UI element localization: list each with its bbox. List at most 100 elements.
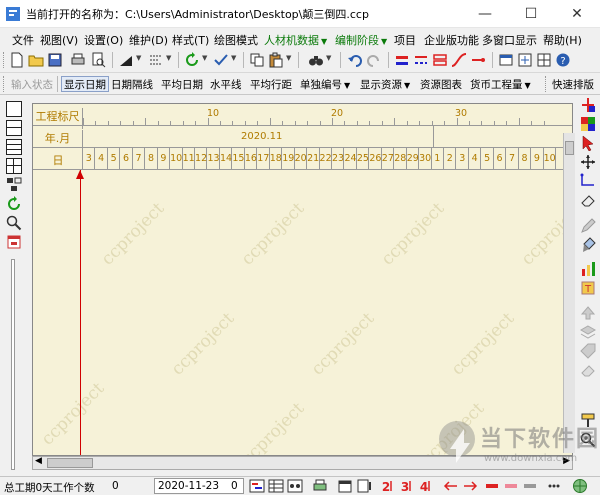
view-gantt-icon[interactable] <box>249 478 265 494</box>
eraser-icon[interactable] <box>580 192 596 208</box>
find-binoculars-icon[interactable] <box>308 52 324 68</box>
minimize-button[interactable]: — <box>462 0 508 28</box>
menu-draw-mode[interactable]: 绘图模式 <box>214 32 258 48</box>
bar-split-icon[interactable] <box>413 52 429 68</box>
line-type-icon[interactable] <box>148 52 164 68</box>
insert-row-icon[interactable] <box>580 97 596 113</box>
menu-project[interactable]: 项目 <box>394 32 416 48</box>
menu-compile-stage-label: 编制阶段 <box>335 34 379 47</box>
resource-line-icon[interactable] <box>470 52 486 68</box>
single-number-button[interactable]: 单独编号 ▼ <box>300 77 350 92</box>
menu-style[interactable]: 样式(T) <box>172 32 209 48</box>
resource-chart-button[interactable]: 资源图表 <box>420 77 462 92</box>
single-view-icon[interactable] <box>6 101 22 117</box>
bar-pink-icon[interactable] <box>503 478 519 494</box>
menu-resource-data[interactable]: 人材机数据 ▼ <box>264 32 327 48</box>
dropdown-arrow-icon[interactable]: ▼ <box>286 54 291 62</box>
new-file-icon[interactable] <box>9 52 25 68</box>
pointer-icon[interactable] <box>580 135 596 151</box>
grid-view-icon[interactable] <box>536 52 552 68</box>
arrow-left-icon[interactable] <box>443 478 459 494</box>
close-button[interactable]: ✕ <box>554 0 600 28</box>
date-interval-button[interactable]: 日期隔线 <box>111 77 153 92</box>
dropdown-arrow-icon[interactable]: ▼ <box>326 54 331 62</box>
bar-gray-icon[interactable] <box>522 478 538 494</box>
open-folder-icon[interactable] <box>28 52 44 68</box>
fit-window-icon[interactable] <box>517 52 533 68</box>
calendar-status-icon[interactable] <box>337 478 353 494</box>
today-line[interactable] <box>80 170 81 455</box>
link-icon[interactable] <box>580 173 596 189</box>
bar-chart-icon[interactable] <box>580 261 596 277</box>
globe-icon[interactable] <box>572 478 588 494</box>
input-status-button[interactable]: 输入状态 <box>11 77 53 92</box>
bar-red-icon[interactable] <box>484 478 500 494</box>
split-view-icon[interactable] <box>356 478 372 494</box>
window-icon[interactable] <box>498 52 514 68</box>
left-slider-track[interactable] <box>11 259 15 470</box>
copy-icon[interactable] <box>249 52 265 68</box>
gantt-canvas[interactable]: 工程标尺 10 20 30 年.月 2020.11 日 3 4 5 6 7 8 9 10 11 12 1… <box>32 103 573 456</box>
view-network-icon[interactable] <box>287 478 303 494</box>
dropdown-arrow-icon[interactable]: ▼ <box>136 54 141 62</box>
menu-maintain[interactable]: 维护(D) <box>129 32 168 48</box>
view-table-icon[interactable] <box>268 478 284 494</box>
bar-link-icon[interactable] <box>394 52 410 68</box>
avg-date-button[interactable]: 平均日期 <box>161 77 203 92</box>
menu-help[interactable]: 帮助(H) <box>543 32 582 48</box>
avg-row-spacing-button[interactable]: 平均行距 <box>250 77 292 92</box>
refresh-green-icon[interactable] <box>6 196 22 212</box>
menu-view[interactable]: 视图(V) <box>40 32 78 48</box>
arrow-right-icon[interactable] <box>462 478 478 494</box>
bar-merge-icon[interactable] <box>432 52 448 68</box>
step-4-icon[interactable]: 4 <box>419 478 435 494</box>
dots-icon[interactable] <box>546 478 562 494</box>
triple-split-icon[interactable] <box>6 139 22 155</box>
day-cell: 24 <box>344 148 357 170</box>
text-tool-icon[interactable]: T <box>580 280 596 296</box>
quick-layout-button[interactable]: 快速排版 <box>552 77 594 92</box>
curve-icon[interactable] <box>451 52 467 68</box>
scroll-left-icon[interactable]: ◀ <box>35 456 42 466</box>
horizontal-scroll-thumb[interactable] <box>47 458 93 468</box>
print-icon[interactable] <box>70 52 86 68</box>
toolbar-grip[interactable] <box>545 76 548 92</box>
undo-icon[interactable] <box>347 52 363 68</box>
step-2-icon[interactable]: 2 <box>381 478 397 494</box>
refresh-icon[interactable] <box>184 52 200 68</box>
horizontal-split-icon[interactable] <box>6 120 22 136</box>
menu-enterprise[interactable]: 企业版功能 <box>424 32 479 48</box>
paste-icon[interactable] <box>268 52 284 68</box>
print-preview-icon[interactable] <box>90 52 106 68</box>
line-style-icon[interactable] <box>118 52 134 68</box>
menu-multiwindow[interactable]: 多窗口显示 <box>482 32 537 48</box>
currency-quantity-button[interactable]: 货币工程量 ▼ <box>470 77 531 92</box>
layout-tree-icon[interactable] <box>6 177 22 193</box>
toolbar-grip[interactable] <box>3 52 6 68</box>
calendar-icon[interactable] <box>6 234 22 250</box>
help-icon[interactable]: ? <box>555 52 571 68</box>
vertical-scrollbar[interactable] <box>563 133 575 453</box>
toolbar-grip[interactable] <box>3 76 6 92</box>
maximize-button[interactable]: ☐ <box>508 0 554 28</box>
save-icon[interactable] <box>47 52 63 68</box>
menu-settings[interactable]: 设置(O) <box>84 32 123 48</box>
zoom-icon[interactable] <box>6 215 22 231</box>
dropdown-arrow-icon[interactable]: ▼ <box>202 54 207 62</box>
show-resource-button[interactable]: 显示资源 ▼ <box>360 77 410 92</box>
color-palette-icon[interactable] <box>580 116 596 132</box>
redo-icon[interactable] <box>366 52 382 68</box>
print-icon[interactable] <box>312 478 328 494</box>
step-3-icon[interactable]: 3 <box>400 478 416 494</box>
check-icon[interactable] <box>213 52 229 68</box>
horizontal-line-button[interactable]: 水平线 <box>210 77 242 92</box>
dropdown-arrow-icon[interactable]: ▼ <box>231 54 236 62</box>
menu-compile-stage[interactable]: 编制阶段 ▼ <box>335 32 387 48</box>
quad-split-icon[interactable] <box>6 158 22 174</box>
menu-file[interactable]: 文件 <box>12 32 34 48</box>
vertical-scroll-thumb[interactable] <box>565 141 574 155</box>
dropdown-arrow-icon[interactable]: ▼ <box>166 54 171 62</box>
show-date-button[interactable]: 显示日期 <box>61 76 109 92</box>
brush-icon[interactable] <box>580 237 596 253</box>
move-icon[interactable] <box>580 154 596 170</box>
